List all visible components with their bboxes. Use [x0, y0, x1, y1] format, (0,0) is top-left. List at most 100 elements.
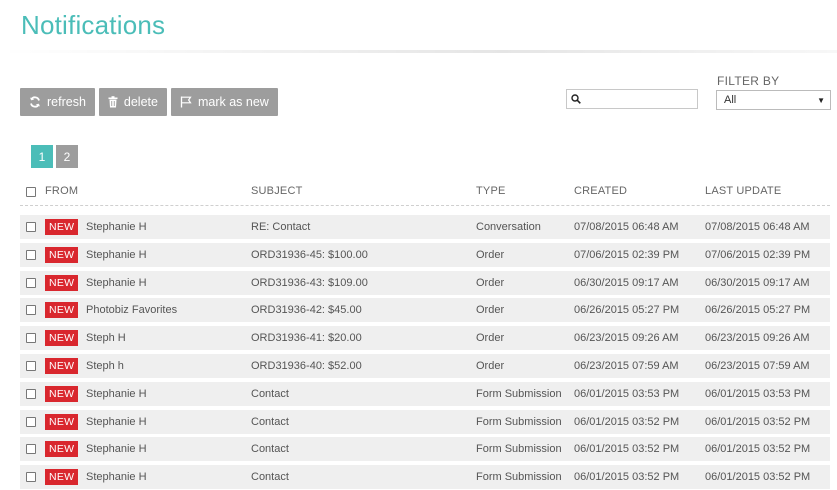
row-checkbox[interactable]	[26, 388, 36, 399]
row-subject: ORD31936-42: $45.00	[251, 304, 362, 317]
row-created: 06/01/2015 03:52 PM	[574, 415, 680, 428]
header-subject: SUBJECT	[251, 185, 303, 197]
row-subject: Contact	[251, 471, 289, 484]
row-last-update: 06/01/2015 03:53 PM	[705, 387, 811, 400]
row-last-update: 06/23/2015 09:26 AM	[705, 332, 810, 345]
row-from: Stephanie H	[86, 443, 147, 456]
table-row[interactable]: NEW Stephanie H Contact Form Submission …	[20, 409, 830, 434]
table-row[interactable]: NEW Photobiz Favorites ORD31936-42: $45.…	[20, 298, 830, 323]
row-from: Stephanie H	[86, 387, 147, 400]
row-created: 06/01/2015 03:52 PM	[574, 443, 680, 456]
header-divider	[20, 205, 830, 206]
row-from: Steph h	[86, 359, 124, 372]
row-from: Stephanie H	[86, 276, 147, 289]
search-icon	[571, 94, 581, 104]
row-created: 06/23/2015 09:26 AM	[574, 332, 679, 345]
page-title: Notifications	[21, 10, 166, 40]
row-from: Stephanie H	[86, 221, 147, 233]
table-row[interactable]: NEW Stephanie H RE: Contact Conversation…	[20, 215, 830, 239]
table-row[interactable]: NEW Steph H ORD31936-41: $20.00 Order 06…	[20, 326, 830, 351]
row-checkbox[interactable]	[26, 305, 36, 316]
row-type: Form Submission	[476, 471, 562, 484]
table-row[interactable]: NEW Stephanie H Contact Form Submission …	[20, 465, 830, 490]
row-checkbox[interactable]	[26, 249, 36, 260]
row-created: 07/06/2015 02:39 PM	[574, 248, 680, 261]
row-type: Conversation	[476, 221, 541, 233]
row-from: Stephanie H	[86, 471, 147, 484]
new-badge: NEW	[45, 302, 79, 319]
filter-label: FILTER BY	[717, 74, 780, 88]
row-checkbox[interactable]	[26, 333, 36, 344]
row-type: Order	[476, 304, 505, 317]
header-last-update: LAST UPDATE	[705, 185, 782, 197]
row-subject: ORD31936-43: $109.00	[251, 276, 368, 289]
new-badge: NEW	[45, 413, 79, 430]
row-subject: ORD31936-40: $52.00	[251, 359, 362, 372]
search-input[interactable]	[584, 91, 692, 107]
row-created: 07/08/2015 06:48 AM	[574, 221, 679, 233]
row-last-update: 07/08/2015 06:48 AM	[705, 221, 810, 233]
row-created: 06/23/2015 07:59 AM	[574, 359, 679, 372]
row-subject: ORD31936-41: $20.00	[251, 332, 362, 345]
delete-label: delete	[123, 95, 158, 109]
filter-select[interactable]: All ▼	[716, 90, 831, 110]
row-checkbox[interactable]	[26, 277, 36, 288]
row-type: Form Submission	[476, 443, 562, 456]
row-created: 06/30/2015 09:17 AM	[574, 276, 679, 289]
row-created: 06/01/2015 03:52 PM	[574, 471, 680, 484]
new-badge: NEW	[45, 357, 79, 374]
notifications-list: NEW Stephanie H RE: Contact Conversation…	[20, 215, 830, 490]
mark-as-new-label: mark as new	[197, 95, 269, 109]
row-from: Steph H	[86, 332, 126, 345]
row-type: Order	[476, 248, 505, 261]
new-badge: NEW	[45, 469, 79, 486]
row-subject: RE: Contact	[251, 221, 311, 233]
row-from: Photobiz Favorites	[86, 304, 178, 317]
row-checkbox[interactable]	[26, 472, 36, 483]
table-row[interactable]: NEW Stephanie H Contact Form Submission …	[20, 437, 830, 462]
row-from: Stephanie H	[86, 248, 147, 261]
row-type: Form Submission	[476, 415, 562, 428]
row-checkbox[interactable]	[26, 222, 36, 232]
row-type: Order	[476, 332, 505, 345]
row-last-update: 06/26/2015 05:27 PM	[705, 304, 811, 317]
new-badge: NEW	[45, 246, 79, 263]
page-2-button[interactable]: 2	[56, 145, 78, 168]
refresh-icon	[30, 96, 40, 108]
row-checkbox[interactable]	[26, 416, 36, 427]
header-type: TYPE	[476, 185, 506, 197]
new-badge: NEW	[45, 330, 79, 347]
page-1-button[interactable]: 1	[31, 145, 53, 168]
row-subject: Contact	[251, 387, 289, 400]
new-badge: NEW	[45, 219, 79, 235]
header-created: CREATED	[574, 185, 628, 197]
row-type: Order	[476, 276, 505, 289]
mark-as-new-button[interactable]: mark as new	[170, 88, 278, 116]
table-row[interactable]: NEW Steph h ORD31936-40: $52.00 Order 06…	[20, 353, 830, 378]
table-header: FROM SUBJECT TYPE CREATED LAST UPDATE	[20, 180, 830, 202]
row-type: Order	[476, 359, 505, 372]
search-box	[566, 89, 698, 109]
row-last-update: 06/23/2015 07:59 AM	[705, 359, 810, 372]
row-created: 06/01/2015 03:53 PM	[574, 387, 680, 400]
table-row[interactable]: NEW Stephanie H ORD31936-43: $109.00 Ord…	[20, 270, 830, 295]
row-last-update: 07/06/2015 02:39 PM	[705, 248, 811, 261]
row-type: Form Submission	[476, 387, 562, 400]
delete-button[interactable]: delete	[98, 88, 167, 116]
new-badge: NEW	[45, 385, 79, 402]
row-subject: Contact	[251, 443, 289, 456]
row-created: 06/26/2015 05:27 PM	[574, 304, 680, 317]
title-divider	[0, 50, 837, 53]
row-checkbox[interactable]	[26, 360, 36, 371]
row-checkbox[interactable]	[26, 444, 36, 455]
select-all-checkbox[interactable]	[26, 187, 36, 197]
new-badge: NEW	[45, 441, 79, 458]
table-row[interactable]: NEW Stephanie H Contact Form Submission …	[20, 381, 830, 406]
row-last-update: 06/01/2015 03:52 PM	[705, 443, 811, 456]
pagination: 1 2	[31, 145, 78, 168]
table-row[interactable]: NEW Stephanie H ORD31936-45: $100.00 Ord…	[20, 242, 830, 267]
chevron-down-icon: ▼	[817, 95, 825, 105]
refresh-button[interactable]: refresh	[20, 88, 95, 116]
row-subject: Contact	[251, 415, 289, 428]
row-last-update: 06/30/2015 09:17 AM	[705, 276, 810, 289]
